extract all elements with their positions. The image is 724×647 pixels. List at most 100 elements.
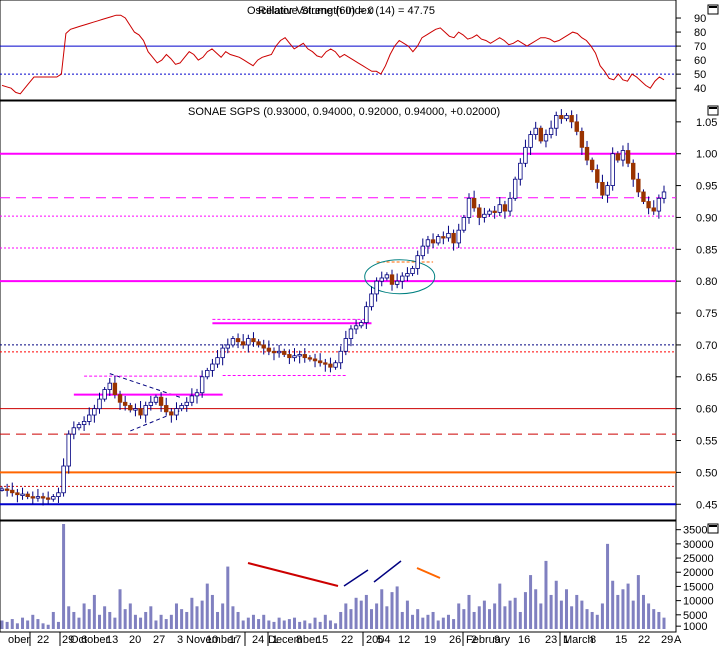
date-label: 15 — [615, 634, 627, 646]
price-tick-label: 0.60 — [696, 404, 717, 416]
date-label: 8 — [296, 634, 302, 646]
date-label: 10 — [206, 634, 218, 646]
candle-body — [128, 405, 133, 411]
volume-bar — [36, 619, 40, 629]
volume-bar — [411, 614, 415, 629]
maximize-icon-bar — [709, 525, 717, 527]
candle-body — [251, 338, 256, 343]
volume-bar — [349, 609, 353, 629]
date-label: 27 — [153, 634, 165, 646]
date-label: 9 — [494, 634, 500, 646]
candle-body — [117, 394, 123, 403]
candle-body — [579, 131, 585, 148]
candle-body — [292, 355, 297, 359]
date-label: 15 — [316, 634, 328, 646]
price-y-axis: 0.45 0.50 0.55 0.60 0.65 0.70 0.75 0.80 0.85 0.90… — [676, 117, 717, 511]
candle-body — [174, 408, 179, 416]
volume-tick-label: 10000 — [683, 596, 714, 608]
candle-body — [15, 492, 20, 496]
volume-bar — [457, 603, 461, 629]
candle-body — [92, 408, 97, 416]
candle-body — [348, 328, 354, 339]
volume-bar — [5, 621, 9, 629]
candle-body — [148, 401, 154, 406]
candle-body — [415, 255, 420, 269]
candle-body — [328, 363, 333, 368]
price-tick-label: 0.70 — [696, 340, 717, 352]
volume-bar — [482, 600, 486, 629]
volume-bar — [15, 623, 19, 629]
price-tick-label: 0.95 — [696, 181, 717, 193]
volume-tick-label: 15000 — [683, 581, 714, 593]
volume-bar — [375, 603, 379, 629]
volume-bar — [611, 580, 615, 629]
volume-bar — [282, 620, 286, 629]
volume-panel: 35000300002500020000150001000050001000 — [0, 520, 714, 633]
candle-body — [199, 376, 205, 394]
volume-bar — [626, 583, 630, 629]
date-label: 20 — [129, 634, 141, 646]
candle-body — [538, 127, 544, 142]
candle-body — [312, 358, 318, 362]
candle-body — [543, 134, 549, 142]
volume-bar — [257, 619, 261, 629]
volume-bar — [621, 589, 625, 629]
volume-bar — [452, 619, 456, 629]
candle-body — [287, 354, 292, 359]
candle-body — [210, 363, 215, 371]
candle-body — [51, 496, 56, 500]
volume-bar — [133, 614, 137, 629]
volume-y-axis: 35000300002500020000150001000050001000 — [676, 525, 714, 633]
volume-tick-label: 5000 — [683, 610, 707, 622]
volume-bar — [246, 617, 250, 629]
volume-bar — [421, 617, 425, 629]
candle-body — [466, 197, 472, 218]
candle-body — [564, 115, 569, 120]
price-tick-label: 0.75 — [696, 308, 717, 320]
candle-body — [297, 354, 302, 357]
candle-body — [61, 465, 66, 494]
candle-body — [353, 325, 359, 330]
volume-bar — [359, 600, 363, 629]
candle-body — [569, 115, 574, 123]
candle-body — [81, 420, 87, 425]
volume-bar — [10, 619, 14, 629]
volume-bar — [395, 586, 399, 629]
candle-body — [625, 150, 631, 164]
candle-body — [220, 347, 225, 359]
volume-bar — [513, 597, 517, 629]
candle-body — [605, 185, 610, 196]
candle-body — [338, 350, 343, 364]
volume-bar — [636, 575, 640, 629]
price-tick-label: 0.50 — [696, 467, 717, 479]
candle-body — [20, 493, 25, 496]
volume-bar — [103, 606, 107, 629]
candle-body — [194, 392, 200, 397]
candle-body — [282, 350, 287, 355]
volume-bar — [647, 603, 651, 629]
volume-bar — [92, 594, 96, 629]
candle-body — [369, 293, 374, 308]
candle-body — [359, 322, 364, 327]
candle-body — [661, 191, 667, 199]
candle-body — [153, 396, 159, 403]
candle-body — [559, 115, 564, 120]
chart-svg: Oscillator Volume (60) = 0 Relative Stre… — [0, 0, 719, 646]
date-label: 8 — [590, 634, 596, 646]
candle-body — [189, 395, 195, 403]
candle-body — [487, 210, 492, 215]
candle-body — [179, 405, 184, 410]
date-label: A — [674, 634, 682, 646]
volume-bar — [139, 617, 143, 629]
candle-body — [492, 210, 497, 213]
candle-body — [595, 169, 600, 183]
date-label: 13 — [106, 634, 118, 646]
window-icons[interactable] — [707, 4, 719, 534]
candle-body — [482, 213, 487, 218]
date-label: December — [268, 634, 319, 646]
candle-body — [461, 217, 467, 231]
candle-body — [343, 338, 349, 352]
volume-bar — [508, 600, 512, 629]
volume-bar — [467, 594, 471, 629]
volume-bar — [416, 609, 420, 629]
